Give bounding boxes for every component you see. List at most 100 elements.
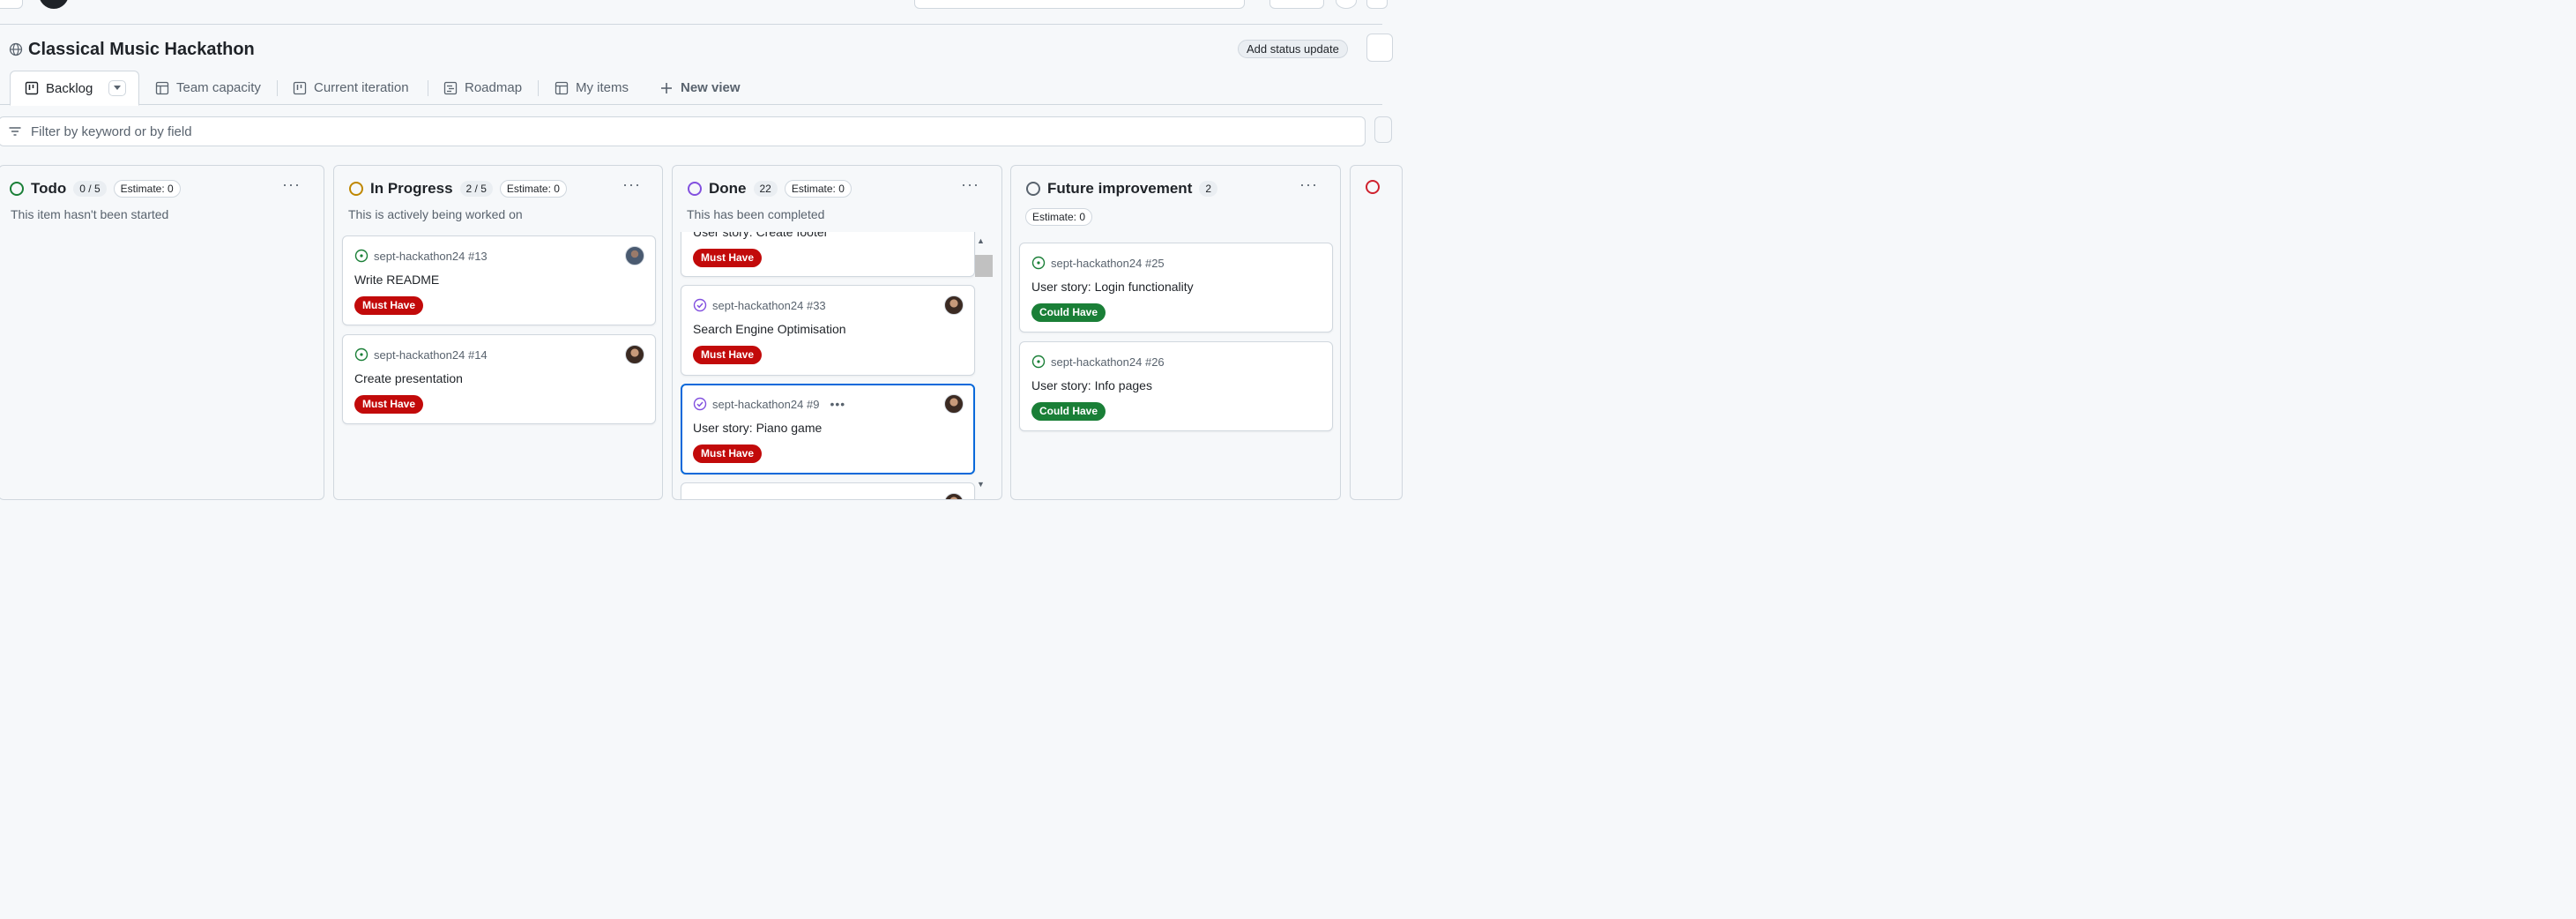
- status-circle-icon: [688, 182, 702, 196]
- column-menu-icon[interactable]: ···: [1299, 176, 1318, 192]
- scroll-up-icon[interactable]: ▲: [977, 236, 985, 245]
- github-logo-icon[interactable]: [39, 0, 69, 9]
- open-issue-icon: [1031, 355, 1046, 369]
- column-description: This is actively being worked on: [348, 207, 523, 221]
- filter-input[interactable]: Filter by keyword or by field: [0, 116, 1366, 146]
- globe-icon: [9, 42, 23, 56]
- tab-label: Roadmap: [465, 80, 523, 95]
- assignee-avatar[interactable]: [625, 246, 644, 265]
- board-icon: [293, 81, 307, 94]
- tab-current-iteration[interactable]: Current iteration: [293, 71, 409, 105]
- issue-card[interactable]: sept-hackathon24 #13 Write README Must H…: [342, 235, 656, 325]
- card-title[interactable]: Search Engine Optimisation: [693, 322, 846, 336]
- priority-label: Could Have: [1031, 402, 1106, 421]
- open-issue-icon: [1031, 256, 1046, 270]
- card-ref[interactable]: sept-hackathon24 #33: [712, 299, 826, 312]
- scroll-down-icon[interactable]: ▼: [977, 480, 985, 489]
- header-icon-button-2[interactable]: [1366, 0, 1388, 9]
- column-header: [1366, 180, 1380, 194]
- tab-roadmap[interactable]: Roadmap: [443, 71, 522, 105]
- closed-issue-icon: [693, 298, 707, 312]
- card-ref[interactable]: sept-hackathon24 #13: [374, 250, 488, 263]
- column-count: 2 / 5: [459, 181, 493, 197]
- triangle-down-icon: [114, 86, 121, 90]
- tab-backlog[interactable]: Backlog: [10, 71, 139, 106]
- assignee-avatar[interactable]: [944, 493, 964, 499]
- priority-label: Must Have: [354, 296, 424, 315]
- tab-my-items[interactable]: My items: [555, 71, 629, 105]
- column-header: Todo 0 / 5 Estimate: 0: [10, 180, 181, 198]
- header-button[interactable]: [1269, 0, 1324, 9]
- new-view-button[interactable]: New view: [659, 71, 741, 105]
- column-future-improvement: Future improvement 2 Estimate: 0 ··· sep…: [1010, 165, 1341, 500]
- card-ref[interactable]: sept-hackathon24 #14: [374, 348, 488, 362]
- issue-card-selected[interactable]: sept-hackathon24 #9 ••• User story: Pian…: [681, 384, 975, 474]
- issue-card[interactable]: sept-hackathon24 #26 User story: Info pa…: [1019, 341, 1333, 431]
- card-menu-icon[interactable]: •••: [830, 397, 845, 411]
- card-title[interactable]: User story: Create footer: [693, 232, 828, 239]
- column-menu-icon[interactable]: ···: [622, 176, 641, 192]
- status-circle-icon: [1366, 180, 1380, 194]
- scrollbar-thumb[interactable]: [975, 255, 993, 277]
- priority-label: Must Have: [693, 249, 763, 267]
- issue-card[interactable]: User story: Create footer Must Have: [681, 232, 975, 277]
- menu-button[interactable]: [0, 0, 23, 9]
- column-header: In Progress 2 / 5 Estimate: 0: [349, 180, 567, 198]
- column-description: This item hasn't been started: [11, 207, 169, 221]
- add-status-update-button[interactable]: Add status update: [1238, 40, 1348, 58]
- column-count: 2: [1199, 181, 1218, 197]
- card-ref[interactable]: sept-hackathon24 #25: [1051, 257, 1165, 270]
- column-menu-icon[interactable]: ···: [961, 176, 979, 192]
- priority-label: Must Have: [693, 445, 763, 463]
- issue-card[interactable]: sept-hackathon24 #25 User story: Login f…: [1019, 243, 1333, 332]
- tab-label: Backlog: [46, 80, 93, 96]
- filter-options-button[interactable]: [1374, 116, 1392, 143]
- column-description: This has been completed: [687, 207, 825, 221]
- column-title: Todo: [31, 180, 67, 197]
- issue-card[interactable]: sept-hackathon24 #33 Search Engine Optim…: [681, 285, 975, 376]
- column-done: Done 22 Estimate: 0 ··· This has been co…: [672, 165, 1002, 500]
- column-title: Future improvement: [1047, 180, 1193, 197]
- assignee-avatar[interactable]: [944, 295, 964, 315]
- issue-card[interactable]: sept-hackathon24 #14 Create presentation…: [342, 334, 656, 424]
- card-title[interactable]: User story: Info pages: [1031, 378, 1152, 392]
- status-circle-icon: [349, 182, 363, 196]
- card-meta: sept-hackathon24 #33: [693, 298, 826, 312]
- filter-placeholder: Filter by keyword or by field: [31, 123, 192, 139]
- column-next-partial: [1350, 165, 1403, 500]
- tab-team-capacity[interactable]: Team capacity: [155, 71, 261, 105]
- card-meta: sept-hackathon24 #26: [1031, 355, 1165, 369]
- column-todo: Todo 0 / 5 Estimate: 0 ··· This item has…: [0, 165, 324, 500]
- open-issue-icon: [354, 249, 369, 263]
- column-menu-icon[interactable]: ···: [282, 176, 301, 192]
- assignee-avatar[interactable]: [625, 345, 644, 364]
- table-icon: [555, 81, 569, 94]
- board-icon: [25, 81, 39, 95]
- tab-label: New view: [681, 80, 741, 95]
- priority-label: Must Have: [693, 346, 763, 364]
- tab-label: Team capacity: [176, 80, 261, 95]
- card-ref[interactable]: sept-hackathon24 #26: [1051, 355, 1165, 369]
- column-estimate: Estimate: 0: [113, 180, 181, 198]
- global-search-input[interactable]: [914, 0, 1245, 9]
- tab-label: Current iteration: [314, 80, 409, 95]
- card-ref[interactable]: sept-hackathon24 #9: [712, 398, 819, 411]
- card-meta: sept-hackathon24 #9 •••: [693, 397, 845, 411]
- view-options-dropdown[interactable]: [108, 80, 126, 96]
- insights-button[interactable]: [1366, 34, 1393, 62]
- card-title[interactable]: Write README: [354, 273, 439, 287]
- issue-card[interactable]: [681, 482, 975, 499]
- table-icon: [155, 81, 169, 94]
- card-title[interactable]: User story: Login functionality: [1031, 280, 1194, 294]
- status-circle-icon: [10, 182, 24, 196]
- page-title: Classical Music Hackathon: [28, 39, 255, 59]
- card-title[interactable]: User story: Piano game: [693, 421, 822, 435]
- open-issue-icon: [354, 347, 369, 362]
- assignee-avatar[interactable]: [944, 394, 964, 414]
- card-title[interactable]: Create presentation: [354, 371, 463, 385]
- header-icon-button[interactable]: [1336, 0, 1357, 9]
- card-meta: sept-hackathon24 #13: [354, 249, 488, 263]
- tab-label: My items: [576, 80, 629, 95]
- filter-icon: [9, 127, 21, 136]
- column-count: 22: [753, 181, 778, 197]
